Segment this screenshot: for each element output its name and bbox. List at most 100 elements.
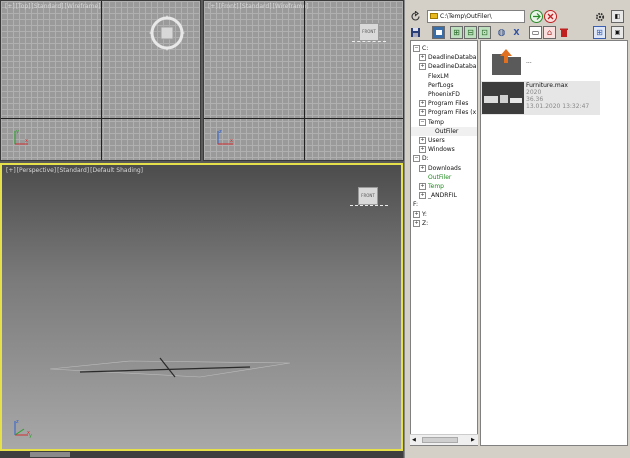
- viewport-front-label[interactable]: [+][Front][Standard][Wireframe]: [208, 3, 310, 10]
- xref-button[interactable]: ⊟: [464, 26, 477, 39]
- tree-item[interactable]: + Windows: [419, 145, 455, 154]
- render-button[interactable]: ⌂: [543, 26, 556, 39]
- tree-item-label: PerfLogs: [428, 81, 454, 89]
- tree-item-label: Z:: [422, 219, 429, 227]
- gear-icon: [595, 12, 604, 21]
- close-button[interactable]: [544, 10, 557, 23]
- window-button[interactable]: ▭: [529, 26, 542, 39]
- grid-axis-vertical: [101, 1, 102, 160]
- filter-button[interactable]: ▣: [611, 26, 624, 39]
- viewcube[interactable]: FRONT: [358, 187, 378, 205]
- collapse-icon[interactable]: −: [419, 118, 426, 126]
- scroll-right-icon[interactable]: ▶: [471, 437, 475, 443]
- tree-horizontal-scrollbar[interactable]: ◀ ▶: [410, 434, 478, 445]
- scroll-left-icon[interactable]: ◀: [412, 437, 416, 443]
- tree-item[interactable]: + Program Files (x: [419, 108, 476, 117]
- view-mode-button[interactable]: ⊞: [593, 26, 606, 39]
- expand-icon[interactable]: +: [419, 137, 426, 144]
- tree-item[interactable]: F:: [413, 200, 418, 209]
- tree-item[interactable]: − Temp: [419, 118, 444, 127]
- tree-item[interactable]: + Temp: [419, 182, 444, 191]
- tree-item[interactable]: FlexLM: [419, 72, 449, 81]
- axis-tripod-icon: z x: [217, 129, 233, 145]
- explorer-button[interactable]: ◍: [495, 26, 508, 39]
- tree-item-label: OutFiler: [435, 127, 459, 135]
- viewport-perspective[interactable]: [+][Perspective][Standard][Default Shadi…: [0, 163, 403, 451]
- expand-icon[interactable]: +: [419, 63, 426, 71]
- tree-item-label: _ANDRFIL: [428, 192, 457, 200]
- file-thumbnail: [482, 82, 524, 114]
- expand-icon[interactable]: +: [419, 109, 426, 117]
- expand-icon[interactable]: +: [419, 164, 426, 172]
- go-button[interactable]: [530, 10, 543, 23]
- file-item-furniture[interactable]: Furniture.max 2020 36.36 13.01.2020 13:3…: [481, 81, 600, 115]
- viewcube-compass-icon[interactable]: [147, 13, 187, 53]
- tree-item-label: Program Files: [428, 100, 469, 108]
- tree-item[interactable]: PhoenixFD: [419, 90, 460, 99]
- svg-text:z: z: [219, 129, 222, 135]
- tree-item-label: Program Files (x: [428, 109, 477, 117]
- file-list[interactable]: ... Furniture.max 2020 36.36 13.01.2020 …: [480, 40, 628, 446]
- tree-item[interactable]: − D:: [413, 154, 429, 163]
- container-button[interactable]: ⊡: [478, 26, 491, 39]
- tree-item[interactable]: OutFiler: [419, 173, 451, 182]
- svg-text:y: y: [29, 433, 32, 439]
- refresh-icon: [411, 11, 420, 21]
- expand-icon[interactable]: +: [419, 146, 426, 154]
- viewcube-ring: [352, 41, 386, 43]
- collapse-icon[interactable]: −: [413, 45, 420, 52]
- tree-item[interactable]: + _ANDRFIL: [419, 191, 457, 200]
- tree-item-label: DeadlineDataba: [428, 54, 477, 62]
- collapse-icon[interactable]: −: [413, 155, 420, 163]
- refresh-button[interactable]: [409, 10, 422, 23]
- folder-up-icon: [492, 49, 521, 75]
- tree-item[interactable]: + DeadlineDataba: [419, 53, 476, 62]
- script-button[interactable]: X: [510, 26, 523, 39]
- delete-button[interactable]: [557, 26, 570, 39]
- expand-icon[interactable]: +: [419, 54, 426, 62]
- timeline-strip[interactable]: [0, 451, 403, 458]
- viewport-front[interactable]: [+][Front][Standard][Wireframe] FRONT z …: [203, 0, 404, 161]
- tree-item-label: PhoenixFD: [428, 91, 460, 98]
- go-arrow-icon: [533, 13, 541, 20]
- viewport-perspective-label[interactable]: [+][Perspective][Standard][Default Shadi…: [6, 167, 144, 174]
- tree-item-label: Y:: [422, 210, 427, 218]
- merge-button[interactable]: ⊞: [450, 26, 463, 39]
- viewport-top-label[interactable]: [+][Top][Standard][Wireframe]: [5, 3, 101, 10]
- time-slider[interactable]: [30, 452, 70, 457]
- tree-item-label: DeadlineDataba: [428, 63, 477, 71]
- file-size: 36.36: [526, 96, 544, 103]
- grid-view-icon: ⊞: [596, 28, 603, 37]
- save-disk-icon: [411, 28, 420, 37]
- tree-item[interactable]: + Program Files: [419, 99, 468, 108]
- tree-item-label: D:: [422, 155, 429, 163]
- tree-item[interactable]: + Users: [419, 136, 445, 145]
- folder-tree[interactable]: − C: + DeadlineDataba + DeadlineDataba FlexLM P…: [410, 40, 478, 446]
- tree-item[interactable]: + Downloads: [419, 164, 461, 173]
- scroll-thumb[interactable]: [422, 437, 458, 443]
- tree-item[interactable]: + Z:: [413, 219, 428, 228]
- tree-item[interactable]: + Y:: [413, 210, 427, 219]
- tree-item[interactable]: OutFiler: [411, 126, 477, 136]
- parent-folder-item[interactable]: [489, 47, 523, 77]
- tree-item[interactable]: + DeadlineDataba: [419, 62, 476, 71]
- script-icon: X: [513, 28, 520, 37]
- tree-item[interactable]: − C:: [413, 44, 428, 53]
- expand-icon[interactable]: +: [419, 100, 426, 108]
- open-file-icon: [435, 30, 442, 35]
- tree-item[interactable]: PerfLogs: [419, 81, 454, 90]
- about-button[interactable]: ◧: [611, 10, 624, 23]
- path-input[interactable]: C:\Temp\OutFiler\: [427, 10, 525, 23]
- expand-icon[interactable]: +: [419, 183, 426, 190]
- open-button[interactable]: [432, 26, 445, 39]
- teapot-icon: ⌂: [546, 28, 553, 37]
- expand-icon[interactable]: +: [413, 219, 420, 227]
- expand-icon[interactable]: +: [413, 210, 420, 218]
- save-button[interactable]: [409, 26, 422, 39]
- viewport-top[interactable]: [+][Top][Standard][Wireframe] y x: [0, 0, 201, 161]
- expand-icon[interactable]: +: [419, 192, 426, 200]
- file-browser-panel: C:\Temp\OutFiler\ ◧ ⊞ ⊟ ⊡ ◍ X ▭ ⌂ ⊞ ▣ − C…: [404, 0, 630, 458]
- settings-button[interactable]: [593, 10, 606, 23]
- svg-text:y: y: [16, 129, 19, 135]
- viewcube[interactable]: FRONT: [359, 23, 379, 41]
